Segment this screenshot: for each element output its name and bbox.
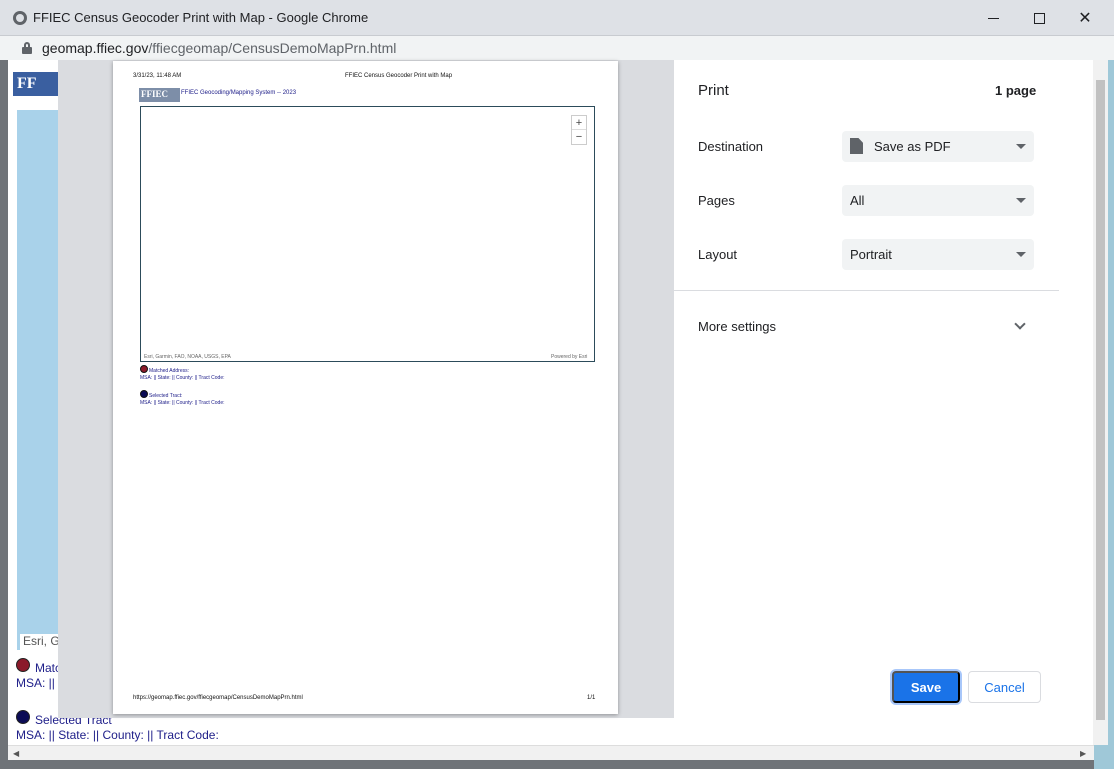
background-msa-line: MSA: || <box>16 676 55 690</box>
print-settings-panel: Print 1 page Destination Save as PDF Pag… <box>674 60 1059 718</box>
scroll-right-icon[interactable]: ▶ <box>1080 749 1086 758</box>
layout-select[interactable]: Portrait <box>842 239 1034 270</box>
layout-value: Portrait <box>850 247 892 262</box>
page-count: 1 page <box>995 83 1037 98</box>
print-title: Print <box>698 82 729 99</box>
preview-page: 3/31/23, 11:48 AM FFIEC Census Geocoder … <box>113 61 618 714</box>
background-esri-attribution: Esri, G <box>20 634 60 650</box>
destination-select[interactable]: Save as PDF <box>842 131 1034 162</box>
scrollbar-thumb[interactable] <box>1096 80 1105 720</box>
preview-footer-url: https://geomap.ffiec.gov/ffiecgeomap/Cen… <box>133 695 303 701</box>
address-bar[interactable]: geomap.ffiec.gov/ffiecgeomap/CensusDemoM… <box>0 36 1114 60</box>
url-text[interactable]: geomap.ffiec.gov/ffiecgeomap/CensusDemoM… <box>42 40 396 56</box>
save-button[interactable]: Save <box>892 671 960 703</box>
matched-marker-icon <box>16 658 30 672</box>
pages-label: Pages <box>698 193 735 208</box>
zoom-control: + − <box>571 115 587 145</box>
lock-icon <box>22 42 32 54</box>
window-title: FFIEC Census Geocoder Print with Map - G… <box>33 10 369 25</box>
map-powered-by: Powered by Esri <box>551 354 588 360</box>
background-logo: FF <box>13 72 58 96</box>
zoom-in-icon: + <box>572 116 586 130</box>
globe-icon <box>13 11 27 25</box>
layout-label: Layout <box>698 247 738 262</box>
map-attribution: Esri, Garmin, FAO, NOAA, USGS, EPA <box>144 354 231 360</box>
background-map <box>17 110 62 650</box>
pages-value: All <box>850 193 865 208</box>
minimize-icon <box>987 17 999 19</box>
preview-map: + − Esri, Garmin, FAO, NOAA, USGS, EPA P… <box>140 106 595 362</box>
vertical-scrollbar[interactable] <box>1093 60 1108 745</box>
preview-system-title: FFIEC Geocoding/Mapping System -- 2023 <box>181 90 297 96</box>
preview-matched-msa: MSA: || State: || County: || Tract Code: <box>140 375 225 381</box>
horizontal-scrollbar[interactable]: ◀ ▶ <box>8 745 1094 760</box>
preview-date: 3/31/23, 11:48 AM <box>133 73 182 79</box>
maximize-button[interactable] <box>1016 0 1062 36</box>
maximize-icon <box>1033 12 1045 24</box>
preview-ffiec-logo: FFIEC <box>139 88 180 102</box>
preview-selected-msa: MSA: || State: || County: || Tract Code: <box>140 400 225 406</box>
destination-value: Save as PDF <box>874 139 951 154</box>
close-icon: ✕ <box>1078 10 1092 27</box>
preview-selected-marker-icon <box>140 390 148 398</box>
close-window-button[interactable]: ✕ <box>1062 0 1108 36</box>
minimize-button[interactable] <box>970 0 1016 36</box>
settings-divider <box>674 290 1059 291</box>
background-msa-line-2: MSA: || State: || County: || Tract Code: <box>16 728 219 742</box>
preview-matched-marker-icon <box>140 365 148 373</box>
dropdown-caret-icon <box>1016 252 1026 257</box>
more-settings-toggle[interactable]: More settings <box>698 319 776 334</box>
destination-label: Destination <box>698 139 764 154</box>
pages-select[interactable]: All <box>842 185 1034 216</box>
chevron-down-icon[interactable] <box>1014 318 1026 330</box>
preview-header-title: FFIEC Census Geocoder Print with Map <box>345 73 453 79</box>
scroll-left-icon[interactable]: ◀ <box>13 749 19 758</box>
file-icon <box>850 138 863 154</box>
preview-selected-label: Selected Tract: <box>149 393 183 399</box>
preview-matched-label: Matched Address: <box>149 368 190 374</box>
cancel-button[interactable]: Cancel <box>968 671 1041 703</box>
dropdown-caret-icon <box>1016 144 1026 149</box>
zoom-out-icon: − <box>575 131 583 143</box>
window-titlebar: FFIEC Census Geocoder Print with Map - G… <box>0 0 1114 36</box>
dropdown-caret-icon <box>1016 198 1026 203</box>
preview-page-number: 1/1 <box>587 695 596 701</box>
selected-marker-icon <box>16 710 30 724</box>
